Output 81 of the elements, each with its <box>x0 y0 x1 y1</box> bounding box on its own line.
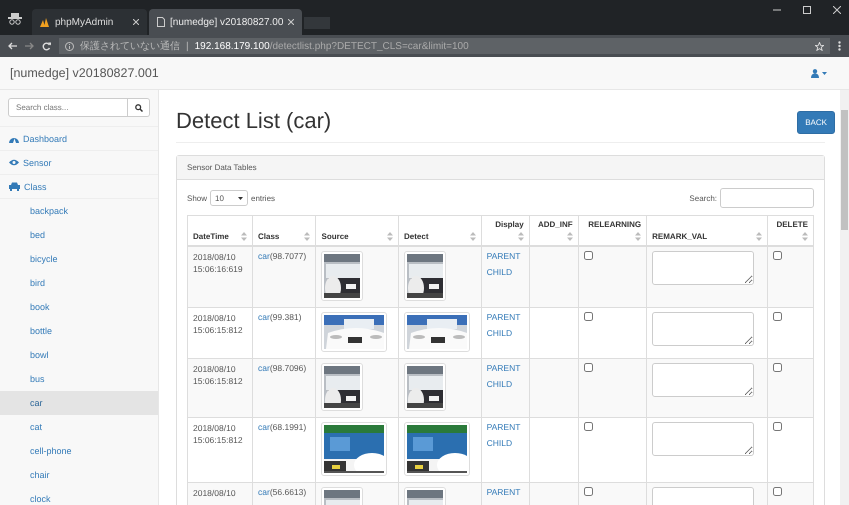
user-icon <box>811 68 819 78</box>
relearning-checkbox[interactable] <box>584 251 593 260</box>
table-cell: 2018/08/10 <box>188 482 253 505</box>
close-icon[interactable] <box>833 6 841 14</box>
scrollbar[interactable] <box>840 90 849 505</box>
class-link[interactable]: car <box>258 363 270 373</box>
class-item[interactable]: car <box>0 391 158 415</box>
class-item[interactable]: bicycle <box>0 247 158 271</box>
class-item[interactable]: backpack <box>0 199 158 223</box>
close-icon[interactable] <box>288 19 294 25</box>
class-link[interactable]: car <box>258 312 270 322</box>
tab-title: [numedge] v20180827.00 <box>170 16 284 28</box>
class-item[interactable]: cell-phone <box>0 439 158 463</box>
remark-field[interactable] <box>652 251 754 285</box>
reload-icon[interactable] <box>42 42 51 50</box>
class-link[interactable]: car <box>258 487 270 497</box>
back-arrow-icon[interactable] <box>8 42 17 50</box>
relearning-checkbox[interactable] <box>584 363 593 372</box>
remark-field[interactable] <box>652 422 754 456</box>
relearning-checkbox[interactable] <box>584 487 593 496</box>
security-label: 保護されていない通信 <box>80 40 180 53</box>
table-cell: car(56.6613) <box>252 482 316 505</box>
class-item[interactable]: bird <box>0 271 158 295</box>
tab-title: phpMyAdmin <box>55 16 114 28</box>
delete-checkbox[interactable] <box>773 312 782 321</box>
panel-heading: Sensor Data Tables <box>177 156 824 180</box>
table-cell: 2018/08/10 15:06:15:812 <box>188 358 253 418</box>
class-item[interactable]: bowl <box>0 343 158 367</box>
table-cell: car(98.7077) <box>252 246 316 308</box>
brand-title[interactable]: [numedge] v20180827.001 <box>10 66 159 80</box>
search-button[interactable] <box>128 98 150 117</box>
relearning-checkbox[interactable] <box>584 422 593 431</box>
class-item[interactable]: chair <box>0 463 158 487</box>
remark-field[interactable] <box>652 312 754 346</box>
eye-icon <box>9 159 19 166</box>
page-icon <box>157 17 165 27</box>
page-title: Detect List (car) <box>176 108 332 134</box>
sidebar-item[interactable]: Sensor <box>0 151 158 175</box>
search-field[interactable]: Search class... <box>8 98 128 117</box>
table-cell: 2018/08/10 15:06:16:619 <box>188 246 253 308</box>
car-icon <box>9 182 20 191</box>
class-link[interactable]: car <box>258 422 270 432</box>
class-link[interactable]: car <box>258 251 270 261</box>
forward-arrow-icon[interactable] <box>25 42 34 50</box>
back-button[interactable]: BACK <box>797 111 835 134</box>
delete-checkbox[interactable] <box>773 422 782 431</box>
close-icon[interactable] <box>133 19 139 25</box>
sailboat-icon <box>40 18 50 26</box>
caret-icon <box>822 72 827 74</box>
entries-label: entries <box>251 194 276 202</box>
show-label: Show <box>187 194 208 202</box>
sidebar-item[interactable]: Dashboard <box>0 127 158 151</box>
table-cell: car(98.7096) <box>252 358 316 418</box>
browser-tab[interactable]: phpMyAdmin <box>32 9 147 35</box>
class-item[interactable]: bed <box>0 223 158 247</box>
delete-checkbox[interactable] <box>773 363 782 372</box>
info-icon <box>65 42 74 50</box>
address-bar[interactable]: 保護されていない通信 | 192.168.179.100/detectlist.php?DETECT_CLS=car&limit=100 <box>59 38 830 54</box>
class-item[interactable]: book <box>0 295 158 319</box>
search-label: Search: <box>689 194 717 202</box>
browser-tab[interactable]: [numedge] v20180827.00 <box>149 9 302 35</box>
caret-icon <box>238 196 244 200</box>
search-icon[interactable] <box>134 104 142 112</box>
class-item[interactable]: cat <box>0 415 158 439</box>
url-text: 192.168.179.100/detectlist.php?DETECT_CLS=car&limit=100 <box>194 40 469 52</box>
user-menu[interactable] <box>811 68 827 78</box>
relearning-checkbox[interactable] <box>584 312 593 321</box>
incognito-icon <box>8 13 22 25</box>
entries-select[interactable]: 10 <box>210 190 248 206</box>
table-search-field[interactable] <box>720 188 814 208</box>
maximize-icon[interactable] <box>803 6 811 14</box>
delete-checkbox[interactable] <box>773 487 782 496</box>
separator: | <box>186 40 189 52</box>
class-item[interactable]: bus <box>0 367 158 391</box>
menu-icon[interactable] <box>838 41 841 51</box>
sidebar-item[interactable]: Class <box>0 175 158 199</box>
delete-checkbox[interactable] <box>773 251 782 260</box>
class-item[interactable]: bottle <box>0 319 158 343</box>
remark-field[interactable] <box>652 363 754 397</box>
class-item[interactable]: clock <box>0 487 158 505</box>
star-icon[interactable] <box>815 42 824 50</box>
